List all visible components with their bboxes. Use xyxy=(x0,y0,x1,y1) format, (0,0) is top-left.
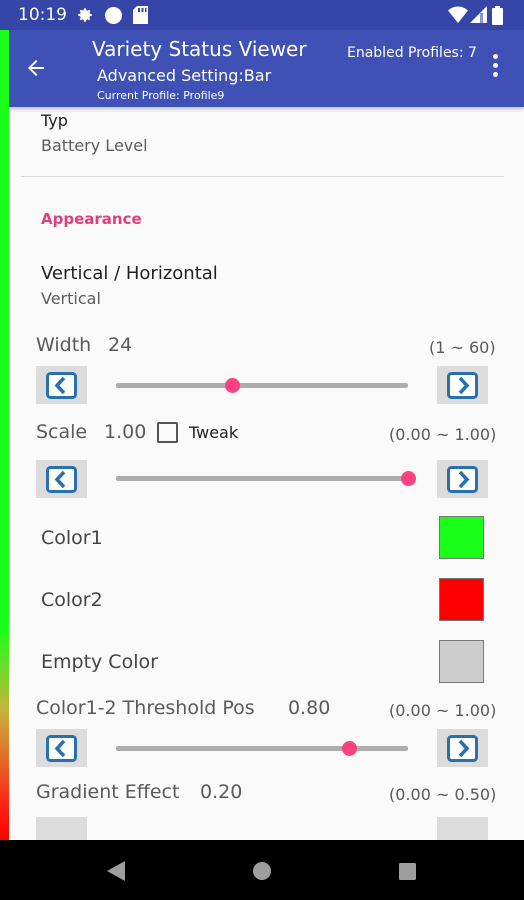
scale-increase-button[interactable] xyxy=(437,460,488,498)
settings-list[interactable]: Typ Battery Level Appearance Vertical / … xyxy=(9,107,524,840)
color1-swatch[interactable] xyxy=(439,516,484,559)
gear-icon xyxy=(76,6,94,28)
scale-range: (0.00 ~ 1.00) xyxy=(389,425,497,444)
nav-back-button[interactable] xyxy=(103,858,129,884)
sd-card-icon xyxy=(133,6,148,28)
signal-icon xyxy=(470,6,487,27)
scale-decrease-button[interactable] xyxy=(36,460,87,498)
chevron-right-icon xyxy=(447,371,478,399)
color1-label: Color1 xyxy=(41,527,103,549)
nav-home-button[interactable] xyxy=(249,858,275,884)
overflow-menu-button[interactable] xyxy=(482,50,508,80)
navigation-bar xyxy=(0,840,524,900)
app-title: Variety Status Viewer xyxy=(92,37,307,61)
triangle-back-icon xyxy=(107,861,125,881)
chevron-right-icon xyxy=(447,465,478,493)
tweak-checkbox[interactable] xyxy=(157,422,178,443)
back-button[interactable] xyxy=(18,50,54,86)
status-bar: 10:19 xyxy=(0,0,524,30)
empty-color-swatch[interactable] xyxy=(439,640,484,683)
pref-type-summary: Battery Level xyxy=(41,136,148,155)
color2-label: Color2 xyxy=(41,589,103,611)
width-slider-thumb[interactable] xyxy=(225,378,241,393)
wifi-icon xyxy=(448,6,468,27)
scale-slider-thumb[interactable] xyxy=(400,471,416,486)
more-vert-icon xyxy=(492,53,498,59)
scale-value: 1.00 xyxy=(104,421,147,443)
scale-label: Scale xyxy=(36,421,88,443)
width-value: 24 xyxy=(108,334,133,356)
threshold-decrease-button[interactable] xyxy=(36,729,87,767)
tweak-label: Tweak xyxy=(189,423,239,442)
status-time: 10:19 xyxy=(18,5,67,25)
width-range: (1 ~ 60) xyxy=(429,338,496,357)
divider xyxy=(21,176,504,177)
gradient-increase-button[interactable] xyxy=(437,817,488,840)
pref-type-title-cut: Typ xyxy=(41,111,68,130)
gradient-value: 0.20 xyxy=(200,781,243,803)
circle-home-icon xyxy=(253,862,271,880)
chevron-right-icon xyxy=(447,734,478,762)
current-profile-label: Current Profile: Profile9 xyxy=(97,89,225,102)
width-slider-track[interactable] xyxy=(116,383,408,388)
empty-color-label: Empty Color xyxy=(41,651,158,673)
gradient-decrease-button[interactable] xyxy=(36,817,87,840)
threshold-value: 0.80 xyxy=(288,697,331,719)
app-bar: Variety Status Viewer Advanced Setting:B… xyxy=(0,30,524,107)
chevron-left-icon xyxy=(46,734,77,762)
width-increase-button[interactable] xyxy=(437,366,488,404)
circle-icon xyxy=(104,6,123,29)
pref-orientation-title: Vertical / Horizontal xyxy=(41,263,218,284)
enabled-profiles-label: Enabled Profiles: 7 xyxy=(347,45,477,61)
pref-orientation-summary: Vertical xyxy=(41,289,101,308)
gradient-range: (0.00 ~ 0.50) xyxy=(389,785,497,804)
chevron-left-icon xyxy=(46,371,77,399)
threshold-slider-thumb[interactable] xyxy=(342,741,358,756)
color2-swatch[interactable] xyxy=(439,578,484,621)
nav-recents-button[interactable] xyxy=(394,858,420,884)
threshold-slider-track[interactable] xyxy=(116,746,408,751)
square-recents-icon xyxy=(398,862,416,880)
width-decrease-button[interactable] xyxy=(36,366,87,404)
app-subtitle: Advanced Setting:Bar xyxy=(97,66,272,85)
section-header-appearance: Appearance xyxy=(41,210,142,228)
chevron-left-icon xyxy=(46,465,77,493)
threshold-increase-button[interactable] xyxy=(437,729,488,767)
threshold-range: (0.00 ~ 1.00) xyxy=(389,701,497,720)
battery-icon xyxy=(492,6,503,29)
scale-slider-track[interactable] xyxy=(116,476,408,481)
arrow-back-icon xyxy=(28,60,44,76)
bar-preview-strip xyxy=(0,30,9,840)
gradient-label: Gradient Effect xyxy=(36,781,180,803)
width-label: Width xyxy=(36,334,92,356)
threshold-label: Color1-2 Threshold Pos xyxy=(36,697,255,719)
